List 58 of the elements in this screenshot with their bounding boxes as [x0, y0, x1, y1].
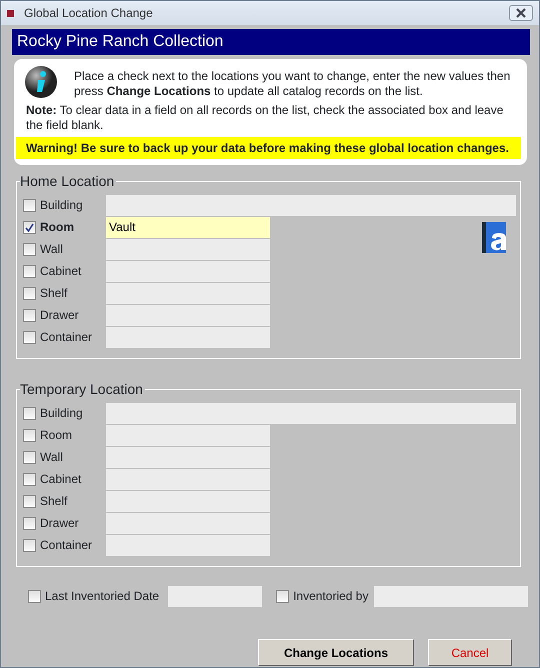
field-label: Room — [40, 219, 75, 236]
field-label: Building — [40, 405, 84, 422]
window-icon — [7, 10, 14, 16]
checkbox[interactable] — [23, 286, 36, 300]
checkbox[interactable] — [23, 242, 36, 256]
window-title: Global Location Change — [24, 5, 153, 22]
field-label: Container — [40, 329, 94, 346]
input-field[interactable] — [106, 424, 270, 446]
checkbox[interactable] — [23, 264, 36, 278]
checkbox[interactable] — [23, 406, 36, 420]
field-label: Shelf — [40, 285, 68, 302]
input-field[interactable] — [106, 282, 270, 304]
warning-banner: Warning! Be sure to back up your data before making these global location changes. — [16, 137, 521, 159]
field-label: Wall — [40, 241, 64, 258]
input-field[interactable] — [374, 586, 528, 606]
input-field[interactable] — [106, 238, 270, 260]
note-text: Note: To clear data in a field on all records on the list, check the associated box and leave the field blank. — [26, 103, 504, 133]
input-field[interactable] — [106, 260, 270, 282]
checkbox[interactable] — [23, 450, 36, 464]
field-label: Container — [40, 537, 94, 554]
collection-header: Rocky Pine Ranch Collection — [12, 29, 530, 55]
checkbox[interactable] — [23, 494, 36, 508]
change-locations-button[interactable]: Change Locations — [258, 639, 414, 666]
info-icon — [24, 65, 58, 99]
input-field[interactable]: Vault — [106, 216, 270, 238]
input-field[interactable] — [106, 490, 270, 512]
checkbox[interactable] — [23, 220, 36, 234]
checkbox[interactable] — [23, 516, 36, 530]
input-field[interactable] — [106, 512, 270, 534]
field-label: Cabinet — [40, 263, 82, 280]
close-icon — [515, 8, 527, 18]
checkbox[interactable] — [23, 330, 36, 344]
field-label: Room — [40, 427, 74, 444]
input-field[interactable] — [106, 446, 270, 468]
checkbox[interactable] — [23, 538, 36, 552]
input-field[interactable] — [106, 402, 516, 424]
input-field[interactable] — [106, 194, 516, 216]
field-label: Drawer — [40, 515, 80, 532]
field-label: Last Inventoried Date — [45, 588, 160, 605]
input-field[interactable] — [106, 468, 270, 490]
checkbox[interactable] — [23, 428, 36, 442]
checkbox[interactable] — [23, 472, 36, 486]
field-label: Building — [40, 197, 84, 214]
field-label: Cabinet — [40, 471, 82, 488]
field-label: Wall — [40, 449, 64, 466]
checkbox[interactable] — [23, 308, 36, 322]
field-label: Inventoried by — [293, 588, 368, 605]
checkbox[interactable] — [28, 590, 41, 602]
input-field[interactable] — [106, 534, 270, 556]
input-field[interactable] — [106, 304, 270, 326]
close-button[interactable] — [509, 5, 533, 21]
checkbox[interactable] — [276, 590, 290, 602]
input-field[interactable] — [106, 326, 270, 348]
input-field[interactable] — [168, 586, 262, 606]
checkbox[interactable] — [23, 198, 36, 212]
instructions-text: Place a check next to the locations you want to change, enter the new values then press Change Locations to update all catalog records on the list. — [74, 68, 512, 99]
field-label: Drawer — [40, 307, 80, 324]
field-label: Shelf — [40, 493, 68, 510]
